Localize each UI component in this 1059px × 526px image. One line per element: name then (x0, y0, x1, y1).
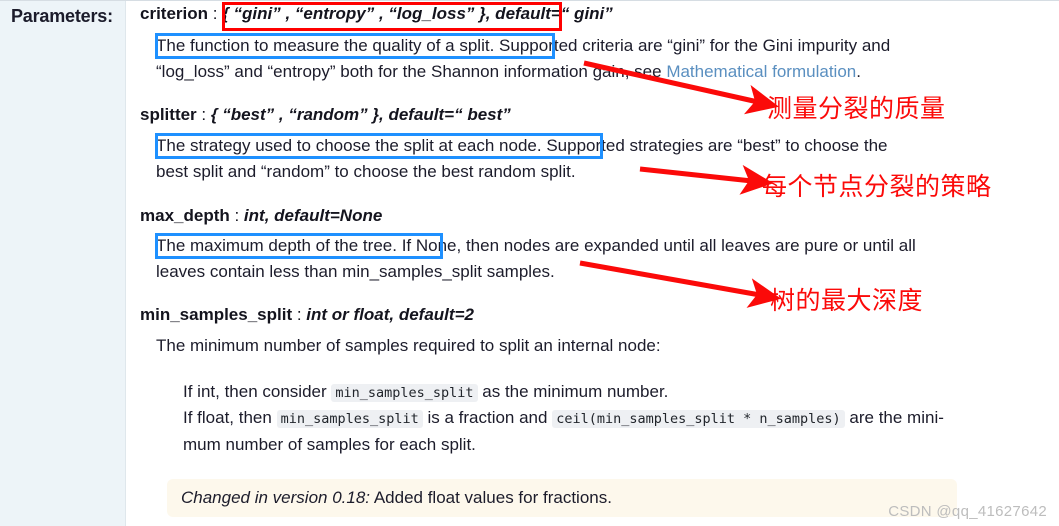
param-splitter-name: splitter (140, 105, 197, 124)
parameters-label: Parameters: (11, 6, 113, 26)
param-splitter-desc-line2: best split and “random” to choose the be… (156, 162, 576, 181)
param-min-samples-split-name: min_samples_split (140, 305, 293, 324)
param-criterion-separator: : (208, 4, 223, 23)
param-splitter-desc-rest: Supported strategies are “best” to choos… (546, 136, 888, 155)
param-max-depth-desc-highlight: The maximum depth of the tree. (156, 236, 397, 255)
param-max-depth-desc-line2: leaves contain less than min_samples_spl… (156, 262, 555, 281)
param-max-depth-name: max_depth (140, 206, 230, 225)
bullet-int-pre: If int, then consider (183, 382, 332, 401)
param-splitter-separator: : (196, 105, 211, 124)
bullet-float-wrap: mum number of samples for each split. (183, 435, 476, 454)
bullet-int-post: as the minimum number. (477, 382, 669, 401)
param-max-depth: max_depth : int, default=None (140, 206, 382, 226)
param-criterion-signature: criterion : { “gini” , “entropy” , “log_… (140, 4, 613, 24)
parameters-doc-body: criterion : { “gini” , “entropy” , “log_… (127, 1, 1059, 526)
code-min-samples-split-int: min_samples_split (331, 384, 478, 402)
param-min-samples-split-signature: min_samples_split : int or float, defaul… (140, 305, 474, 325)
param-max-depth-type: int, default=None (243, 206, 383, 225)
min-samples-split-bullet-float: If float, then min_samples_split is a fr… (183, 405, 1059, 458)
code-min-samples-split-float: min_samples_split (276, 410, 423, 428)
param-criterion-type: { “gini” , “entropy” , “log_loss” }, def… (222, 4, 613, 23)
param-max-depth-separator: : (229, 206, 244, 225)
param-criterion: criterion : { “gini” , “entropy” , “log_… (140, 4, 613, 24)
param-criterion-description: The function to measure the quality of a… (156, 33, 1056, 85)
param-max-depth-desc-rest: If None, then nodes are expanded until a… (401, 236, 916, 255)
parameters-column: Parameters: (0, 1, 126, 526)
param-criterion-desc-line2b: . (856, 62, 861, 81)
csdn-watermark: CSDN @qq_41627642 (888, 503, 1047, 520)
param-min-samples-split: min_samples_split : int or float, defaul… (140, 305, 474, 325)
annotation-text-3: 树的最大深度 (770, 286, 924, 315)
changed-note-text: Added float values for fractions. (370, 488, 612, 507)
documentation-page: Parameters: criterion : { “gini” , “entr… (0, 0, 1059, 526)
param-splitter-type: { “best” , “random” }, default=“ best” (210, 105, 511, 124)
param-criterion-desc-highlight: The function to measure the quality of a… (156, 36, 495, 55)
param-splitter-signature: splitter : { “best” , “random” }, defaul… (140, 105, 511, 125)
param-min-samples-split-description: The minimum number of samples required t… (156, 333, 1059, 359)
param-min-samples-split-desc-line1: The minimum number of samples required t… (156, 336, 661, 355)
param-criterion-desc-line2a: “log_loss” and “entropy” both for the Sh… (156, 62, 667, 81)
param-max-depth-description: The maximum depth of the tree. If None, … (156, 233, 1059, 285)
annotation-text-2: 每个节点分裂的策略 (762, 172, 992, 201)
bullet-float-pre: If float, then (183, 408, 277, 427)
changed-note-prefix: Changed in version 0.18: (181, 488, 371, 507)
bullet-float-mid: is a fraction and (422, 408, 553, 427)
annotation-text-1: 测量分裂的质量 (767, 94, 946, 123)
param-criterion-name: criterion (140, 4, 209, 23)
changed-in-version-note: Changed in version 0.18: Added float val… (167, 479, 957, 517)
param-min-samples-split-separator: : (292, 305, 307, 324)
param-criterion-desc-rest: Supported criteria are “gini” for the Gi… (499, 36, 891, 55)
param-max-depth-signature: max_depth : int, default=None (140, 206, 382, 226)
param-splitter: splitter : { “best” , “random” }, defaul… (140, 105, 511, 125)
bullet-float-post: are the mini- (844, 408, 944, 427)
param-min-samples-split-type: int or float, default=2 (306, 305, 474, 324)
code-ceil-expression: ceil(min_samples_split * n_samples) (552, 410, 845, 428)
mathematical-formulation-link[interactable]: Mathematical formulation (666, 62, 856, 81)
min-samples-split-bullet-int: If int, then consider min_samples_split … (183, 379, 1059, 406)
param-splitter-desc-highlight: The strategy used to choose the split at… (156, 136, 542, 155)
